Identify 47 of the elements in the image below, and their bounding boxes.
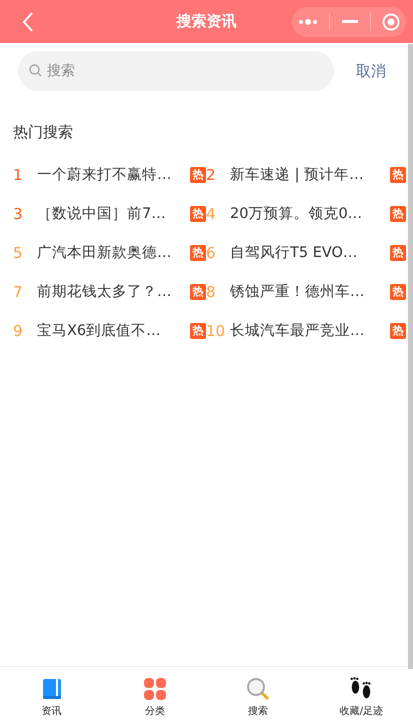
close-icon[interactable] [382, 12, 400, 30]
hot-tag: 热 [390, 244, 406, 260]
rank-number: 2 [206, 166, 217, 184]
tab-item[interactable]: 搜索 [206, 667, 310, 727]
rank-number: 8 [206, 282, 217, 300]
tab-item[interactable]: 分类 [103, 667, 206, 727]
rank-number: 7 [13, 282, 24, 300]
hot-search-link[interactable]: ［数说中国］前7… [37, 204, 187, 223]
rank-number: 4 [206, 204, 217, 222]
hot-search-link[interactable]: 前期花钱太多了？… [37, 282, 187, 301]
rank-number: 9 [13, 322, 24, 340]
search-icon [29, 64, 42, 77]
hot-tag: 热 [390, 206, 406, 222]
rank-number: 1 [13, 166, 24, 184]
rank-number: 6 [206, 244, 217, 262]
hot-search-link[interactable]: 一个蔚来打不赢特… [37, 165, 187, 184]
hot-search-link[interactable]: 宝马X6到底值不… [37, 321, 187, 340]
hot-tag: 热 [390, 284, 406, 300]
hot-search-link[interactable]: 长城汽车最严竞业… [230, 321, 380, 340]
hot-search-link[interactable]: 锈蚀严重！德州车… [230, 282, 380, 301]
hot-search-link[interactable]: 广汽本田新款奥德… [37, 243, 187, 262]
magnifier-icon [246, 676, 270, 700]
back-icon[interactable] [22, 12, 34, 32]
hot-tag: 热 [190, 284, 206, 300]
hot-tag: 热 [190, 206, 206, 222]
rank-number: 3 [13, 204, 24, 222]
search-field[interactable]: 搜索 [18, 51, 334, 91]
minimize-icon[interactable] [342, 20, 358, 24]
page-title: 搜索资讯 [176, 12, 236, 31]
hot-tag: 热 [390, 322, 406, 338]
hot-tag: 热 [390, 166, 406, 182]
hot-search-link[interactable]: 自驾风行T5 EVO… [230, 243, 380, 262]
section-title: 热门搜索 [13, 123, 74, 142]
rank-number: 10 [206, 322, 226, 340]
hot-search-link[interactable]: 新车速递 | 预计年… [230, 165, 380, 184]
hot-tag: 热 [190, 166, 206, 182]
grid-icon [144, 676, 166, 700]
more-icon[interactable] [298, 18, 318, 26]
tab-item[interactable]: 资讯 [0, 667, 104, 727]
tab-item[interactable]: 收藏/足迹 [310, 667, 413, 727]
scrollbar[interactable] [408, 44, 413, 669]
hot-search-link[interactable]: 20万预算。领克0… [230, 204, 380, 223]
hot-tag: 热 [190, 244, 206, 260]
cancel-button[interactable]: 取消 [354, 60, 388, 82]
rank-number: 5 [13, 244, 24, 262]
book-icon [42, 676, 62, 700]
hot-tag: 热 [190, 322, 206, 338]
